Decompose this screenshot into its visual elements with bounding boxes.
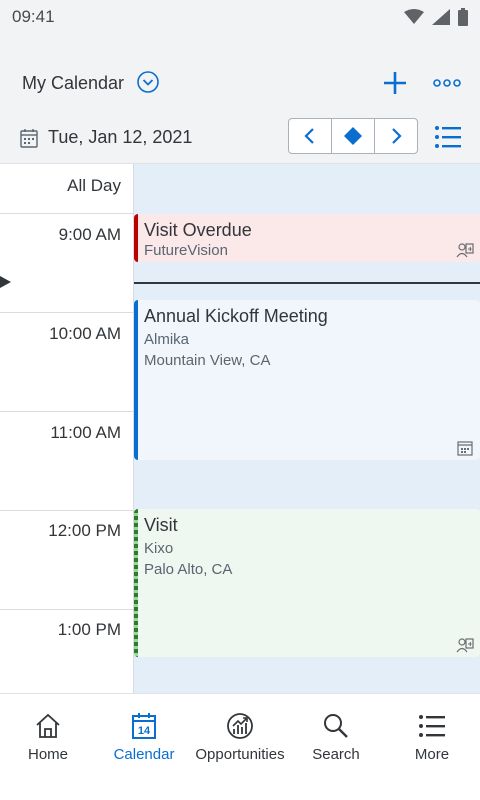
time-label: 9:00 AM — [58, 225, 121, 244]
nav-label: Opportunities — [195, 746, 285, 763]
event-account: Almika — [144, 331, 190, 348]
nav-label: More — [414, 746, 450, 763]
event-title: Visit Overdue — [144, 220, 252, 240]
battery-icon — [458, 8, 468, 26]
visit-icon — [456, 243, 474, 258]
hour-line — [0, 411, 134, 412]
time-label: 11:00 AM — [50, 423, 121, 442]
bottom-navigation: Home 14 Calendar Opportunities Search Mo… — [0, 693, 480, 800]
event-title: Annual Kickoff Meeting — [144, 306, 328, 326]
all-day-label: All Day — [67, 176, 121, 195]
hour-line — [0, 213, 134, 214]
calendar-icon: 14 — [132, 713, 156, 739]
hour-line — [0, 510, 134, 511]
time-label: 1:00 PM — [57, 620, 121, 639]
opportunities-icon — [227, 713, 253, 739]
hour-line — [0, 609, 134, 610]
time-label: 12:00 PM — [48, 521, 121, 540]
calendar-icon — [20, 129, 38, 148]
nav-label: Calendar — [113, 746, 175, 763]
visit-icon — [456, 638, 474, 653]
header: My Calendar — [0, 60, 480, 106]
today-button[interactable] — [332, 119, 375, 153]
current-time-line — [134, 282, 480, 284]
event-status-bar — [134, 214, 138, 262]
hour-line — [0, 312, 134, 313]
nav-more[interactable]: More — [384, 694, 480, 784]
today-diamond-icon — [344, 127, 362, 145]
time-label: 10:00 AM — [49, 324, 121, 343]
calendar-title: My Calendar — [22, 73, 125, 93]
cellular-icon — [432, 9, 450, 25]
previous-day-button[interactable] — [289, 119, 332, 153]
calendar-day-badge: 14 — [138, 725, 151, 737]
nav-opportunities[interactable]: Opportunities — [192, 694, 288, 784]
list-view-icon[interactable] — [434, 124, 462, 150]
nav-label: Search — [312, 746, 360, 763]
time-column: All Day 9:00 AM 10:00 AM 11:00 AM 12:00 … — [0, 164, 134, 693]
event-title: Visit — [144, 515, 178, 535]
nav-label: Home — [27, 746, 68, 763]
date-navigation — [288, 118, 418, 154]
status-bar: 09:41 — [0, 0, 480, 34]
event-visit[interactable]: Visit Kixo Palo Alto, CA — [134, 509, 480, 657]
current-time-marker — [0, 276, 11, 288]
home-icon — [36, 713, 60, 738]
event-account: FutureVision — [144, 242, 228, 259]
event-account: Kixo — [144, 540, 174, 557]
chevron-right-icon — [392, 128, 402, 144]
overflow-icon[interactable] — [432, 71, 462, 95]
chevron-left-icon — [304, 128, 314, 144]
chevron-down-icon[interactable] — [136, 70, 160, 94]
status-time: 09:41 — [12, 7, 55, 26]
calendar-icon — [457, 441, 473, 456]
event-location: Palo Alto, CA — [144, 561, 233, 578]
event-status-bar — [134, 509, 138, 657]
search-icon — [324, 714, 348, 738]
nav-search[interactable]: Search — [288, 694, 384, 784]
add-icon[interactable] — [381, 69, 409, 97]
wifi-icon — [404, 9, 424, 24]
event-visit-overdue[interactable]: Visit Overdue FutureVision — [134, 214, 480, 262]
current-date[interactable]: Tue, Jan 12, 2021 — [48, 127, 192, 148]
event-location: Mountain View, CA — [144, 352, 271, 369]
nav-calendar[interactable]: 14 Calendar — [96, 694, 192, 784]
event-status-bar — [134, 300, 138, 460]
event-annual-kickoff[interactable]: Annual Kickoff Meeting Almika Mountain V… — [134, 300, 480, 460]
nav-home[interactable]: Home — [0, 694, 96, 784]
list-icon — [419, 715, 445, 737]
next-day-button[interactable] — [375, 119, 417, 153]
day-grid: All Day 9:00 AM 10:00 AM 11:00 AM 12:00 … — [0, 163, 480, 693]
date-row: Tue, Jan 12, 2021 — [0, 118, 480, 158]
